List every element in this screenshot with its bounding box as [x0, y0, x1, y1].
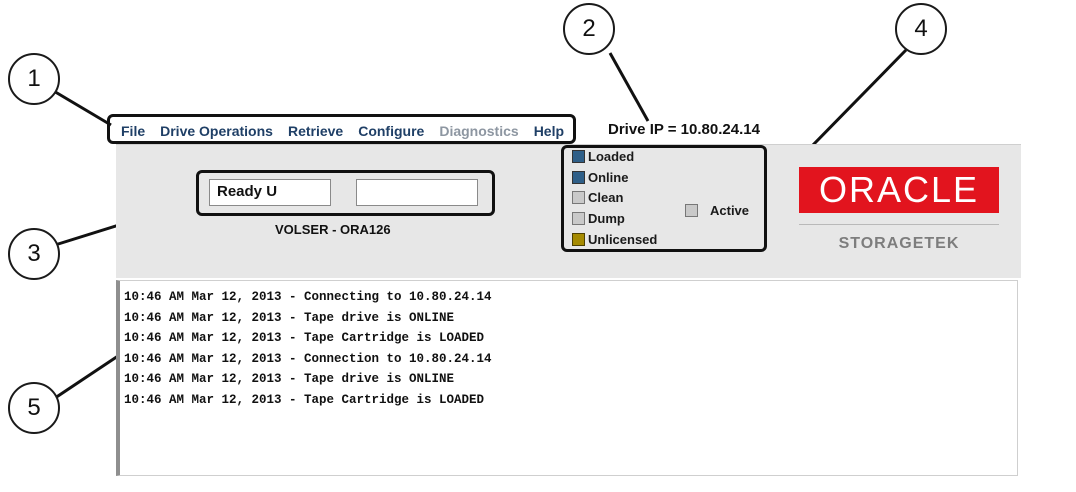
callout-4: 4 — [895, 3, 947, 55]
drive-ip-label: Drive IP = 10.80.24.14 — [608, 121, 760, 138]
indicator-dump-label: Dump — [588, 211, 625, 226]
menu-file[interactable]: File — [121, 123, 145, 139]
event-log[interactable]: 10:46 AM Mar 12, 2013 - Connecting to 10… — [116, 280, 1018, 476]
dump-led-icon — [572, 212, 585, 225]
online-led-icon — [572, 171, 585, 184]
indicator-active-label: Active — [710, 203, 750, 218]
log-line: 10:46 AM Mar 12, 2013 - Connecting to 10… — [124, 290, 492, 304]
indicator-loaded: Loaded — [572, 149, 634, 164]
storagetek-label: STORAGETEK — [838, 235, 960, 252]
indicator-loaded-label: Loaded — [588, 149, 635, 164]
active-led-icon — [685, 204, 698, 217]
menu-help[interactable]: Help — [534, 123, 564, 139]
indicator-unlicensed: Unlicensed — [572, 232, 657, 247]
volser-label: VOLSER - ORA126 — [275, 222, 391, 237]
log-line: 10:46 AM Mar 12, 2013 - Tape drive is ON… — [124, 310, 455, 325]
menu-bar: File Drive Operations Retrieve Configure… — [121, 123, 579, 139]
callout-1: 1 — [8, 53, 60, 105]
menu-retrieve[interactable]: Retrieve — [288, 123, 343, 139]
indicator-unlicensed-label: Unlicensed — [588, 232, 658, 247]
oracle-logo: ORACLE — [799, 167, 999, 213]
secondary-status-field — [356, 179, 478, 206]
indicator-active: Active — [685, 203, 749, 218]
log-line: 10:46 AM Mar 12, 2013 - Tape Cartridge i… — [124, 331, 485, 345]
menu-configure[interactable]: Configure — [358, 123, 424, 139]
oracle-logo-text: ORACLE — [818, 169, 980, 210]
unlicensed-led-icon — [572, 233, 585, 246]
log-line: 10:46 AM Mar 12, 2013 - Tape drive is ON… — [124, 372, 455, 386]
indicator-clean: Clean — [572, 190, 623, 205]
menu-drive-operations[interactable]: Drive Operations — [160, 123, 273, 139]
menu-diagnostics[interactable]: Diagnostics — [439, 123, 518, 139]
indicator-dump: Dump — [572, 211, 625, 226]
indicator-online-label: Online — [588, 170, 629, 185]
clean-led-icon — [572, 191, 585, 204]
log-line: 10:46 AM Mar 12, 2013 - Connection to 10… — [124, 351, 492, 366]
loaded-led-icon — [572, 150, 585, 163]
indicator-online: Online — [572, 170, 628, 185]
drive-status-field: Ready U — [209, 179, 331, 206]
callout-5: 5 — [8, 382, 60, 434]
logo-divider — [799, 224, 999, 225]
callout-3: 3 — [8, 228, 60, 280]
callout-2: 2 — [563, 3, 615, 55]
log-line: 10:46 AM Mar 12, 2013 - Tape Cartridge i… — [124, 392, 485, 407]
indicator-clean-label: Clean — [588, 190, 624, 205]
